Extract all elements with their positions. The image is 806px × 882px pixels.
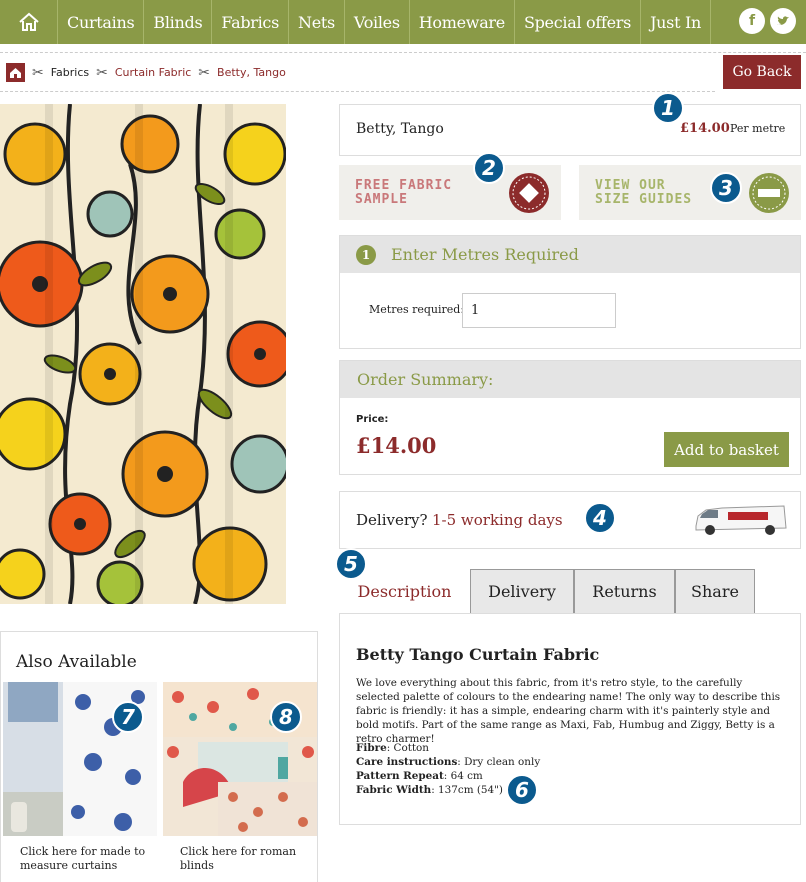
tab-share[interactable]: Share (675, 569, 755, 614)
callout-badge: 8 (270, 701, 302, 733)
also-available-heading: Also Available (16, 652, 137, 672)
nav-nets[interactable]: Nets (289, 0, 345, 44)
description-title: Betty Tango Curtain Fabric (356, 645, 600, 664)
delivery-label: Delivery? (356, 511, 428, 529)
add-to-basket-button[interactable]: Add to basket (664, 432, 789, 467)
facebook-icon[interactable]: f (739, 8, 765, 34)
made-to-measure-curtains-link[interactable]: Click here for made to measure curtains (20, 845, 160, 873)
roman-blinds-link[interactable]: Click here for roman blinds (180, 845, 320, 873)
breadcrumb-fabrics[interactable]: Fabrics (51, 66, 89, 79)
divider (0, 52, 806, 53)
breadcrumb-curtain-fabric[interactable]: Curtain Fabric (115, 66, 191, 79)
breadcrumb-home-icon[interactable] (6, 63, 25, 82)
breadcrumb: ✂ Fabrics ✂ Curtain Fabric ✂ Betty, Tang… (6, 63, 286, 82)
price-unit: Per metre (730, 122, 786, 135)
metres-header: 1 Enter Metres Required (340, 236, 800, 273)
delivery-info: Delivery? 1-5 working days (339, 491, 801, 549)
free-sample-text: FREE FABRIC SAMPLE (355, 178, 453, 207)
callout-badge: 6 (506, 774, 538, 806)
callout-badge: 5 (335, 548, 367, 580)
tab-delivery[interactable]: Delivery (470, 569, 574, 614)
size-guides-text: VIEW OUR SIZE GUIDES (595, 178, 693, 207)
spec-care: Care instructions: Dry clean only (356, 756, 541, 768)
product-title-box: Betty, Tango £14.00 Per metre (339, 104, 801, 156)
nav-blinds[interactable]: Blinds (144, 0, 213, 44)
twitter-icon[interactable] (770, 8, 796, 34)
home-icon[interactable] (0, 0, 58, 44)
description-panel: Betty Tango Curtain Fabric We love every… (339, 613, 801, 825)
scissors-icon: ✂ (32, 64, 44, 81)
free-sample-button[interactable]: FREE FABRIC SAMPLE (339, 165, 561, 220)
nav-homeware[interactable]: Homeware (410, 0, 515, 44)
metres-label: Metres required: (369, 303, 465, 316)
callout-badge: 4 (584, 502, 616, 534)
metres-heading: Enter Metres Required (391, 245, 579, 264)
metres-input[interactable] (462, 293, 616, 328)
sample-swatch-icon (509, 173, 549, 213)
tab-returns[interactable]: Returns (574, 569, 675, 614)
scissors-icon: ✂ (96, 64, 108, 81)
scissors-icon: ✂ (198, 64, 211, 81)
breadcrumb-current: Betty, Tango (217, 66, 286, 79)
step-number: 1 (356, 245, 376, 265)
callout-badge: 7 (112, 701, 144, 733)
metres-section: 1 Enter Metres Required Metres required: (339, 235, 801, 349)
also-available: Also Available Click here for made to me… (0, 631, 318, 882)
product-image[interactable] (0, 104, 286, 604)
main-nav: Curtains Blinds Fabrics Nets Voiles Home… (0, 0, 806, 44)
nav-voiles[interactable]: Voiles (345, 0, 410, 44)
order-header: Order Summary: (340, 361, 800, 398)
description-text: We love everything about this fabric, fr… (356, 677, 781, 745)
size-guides-button[interactable]: VIEW OUR SIZE GUIDES (579, 165, 801, 220)
van-icon (695, 505, 787, 535)
order-price: £14.00 (356, 433, 437, 458)
delivery-value: 1-5 working days (432, 511, 563, 529)
callout-badge: 3 (710, 172, 742, 204)
product-price: £14.00 (680, 121, 730, 136)
spec-fibre: Fibre: Cotton (356, 742, 429, 754)
callout-badge: 2 (473, 152, 505, 184)
nav-just-in[interactable]: Just In (641, 0, 712, 44)
nav-special-offers[interactable]: Special offers (515, 0, 642, 44)
go-back-button[interactable]: Go Back (723, 55, 801, 89)
price-label: Price: (356, 414, 389, 425)
order-summary: Order Summary: Price: £14.00 Add to bask… (339, 360, 801, 475)
nav-curtains[interactable]: Curtains (58, 0, 145, 44)
ruler-icon (749, 173, 789, 213)
nav-fabrics[interactable]: Fabrics (212, 0, 289, 44)
divider (0, 91, 715, 92)
order-heading: Order Summary: (357, 370, 494, 389)
product-name: Betty, Tango (356, 121, 444, 137)
social-links: f (739, 8, 796, 34)
callout-badge: 1 (652, 92, 684, 124)
